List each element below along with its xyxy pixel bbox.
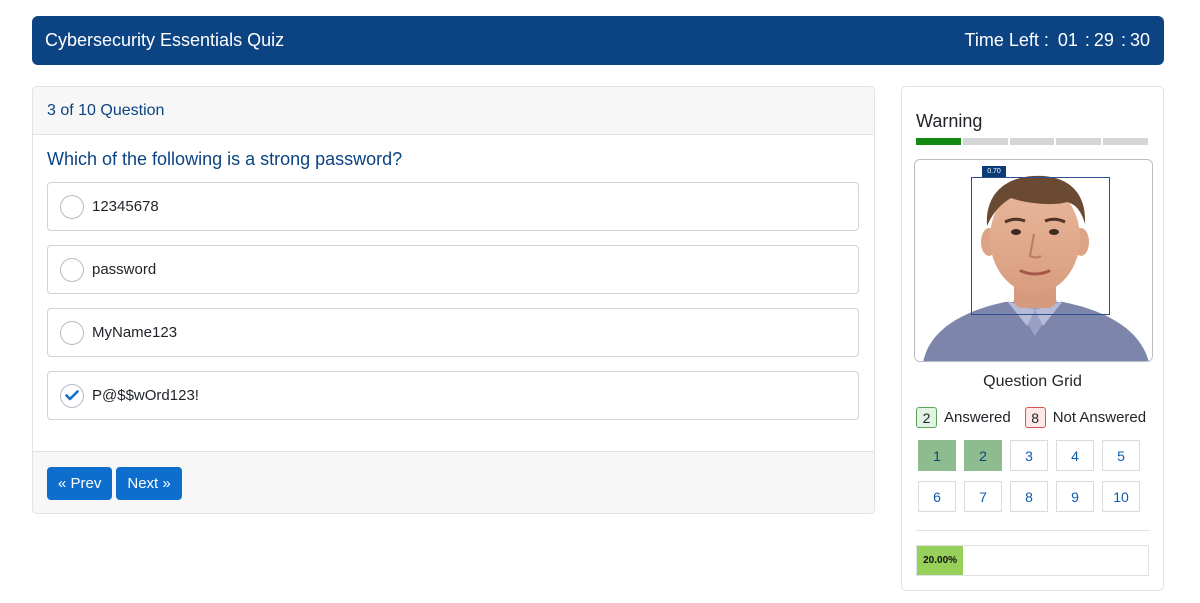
webcam-feed: 0.70 [914, 159, 1153, 362]
face-confidence-score: 0.70 [982, 166, 1006, 177]
answer-options: 12345678 password MyName123 P@$$wOrd123! [47, 182, 859, 420]
progress-bar: 20.00% [916, 545, 1149, 576]
timer-minutes: 29 [1093, 30, 1114, 50]
divider [916, 530, 1150, 531]
option-label: password [92, 261, 157, 278]
question-grid-item-8[interactable]: 8 [1010, 481, 1048, 512]
radio-button[interactable] [60, 257, 84, 282]
answer-option-4[interactable]: P@$$wOrd123! [47, 371, 859, 420]
timer: Time Left : 01 : 29 : 30 [965, 30, 1150, 51]
answered-legend-label: Answered [944, 409, 1011, 426]
grid-legend: 2 Answered 8 Not Answered [916, 407, 1146, 428]
answer-option-3[interactable]: MyName123 [47, 308, 859, 357]
time-left-label: Time Left : [964, 30, 1049, 50]
warning-segment [1009, 138, 1055, 145]
option-label: MyName123 [92, 324, 178, 341]
question-text: Which of the following is a strong passw… [47, 149, 403, 169]
proctor-sidebar: Warning 0.70 Question Grid 2 Answered 8 … [901, 86, 1164, 591]
answer-option-1[interactable]: 12345678 [47, 182, 859, 231]
question-grid-item-9[interactable]: 9 [1056, 481, 1094, 512]
prev-button[interactable]: « Prev [47, 467, 113, 500]
question-grid-item-5[interactable]: 5 [1102, 440, 1140, 471]
radio-button[interactable] [60, 194, 84, 219]
timer-seconds: 30 [1129, 30, 1150, 50]
next-button[interactable]: Next » [116, 467, 182, 500]
warning-segment [916, 138, 961, 145]
face-detection-box [971, 177, 1110, 315]
option-label: 12345678 [92, 198, 159, 215]
question-grid-item-4[interactable]: 4 [1056, 440, 1094, 471]
quiz-header-bar: Cybersecurity Essentials Quiz Time Left … [32, 16, 1164, 65]
radio-button-selected[interactable] [60, 383, 84, 408]
question-card: 3 of 10 Question Which of the following … [32, 86, 875, 514]
not-answered-count-badge: 8 [1024, 407, 1046, 428]
timer-separator: : [1084, 30, 1090, 50]
question-grid-item-6[interactable]: 6 [918, 481, 956, 512]
question-grid-item-3[interactable]: 3 [1010, 440, 1048, 471]
warning-segment [1056, 138, 1102, 145]
question-grid-title: Question Grid [983, 373, 1082, 390]
question-grid-item-1[interactable]: 1 [918, 440, 956, 471]
question-counter: 3 of 10 Question [47, 101, 165, 119]
question-grid-item-7[interactable]: 7 [964, 481, 1002, 512]
question-counter-bar: 3 of 10 Question [33, 87, 874, 135]
question-grid: 1 2 3 4 5 6 7 8 9 10 [918, 440, 1140, 512]
question-grid-item-2[interactable]: 2 [964, 440, 1002, 471]
not-answered-legend-label: Not Answered [1052, 409, 1147, 426]
answer-option-2[interactable]: password [47, 245, 859, 294]
progress-fill: 20.00% [917, 546, 964, 575]
timer-hours: 01 [1057, 30, 1078, 50]
question-grid-item-10[interactable]: 10 [1102, 481, 1140, 512]
warning-segment [1103, 138, 1148, 145]
radio-button[interactable] [60, 320, 84, 345]
warning-segment [962, 138, 1008, 145]
warning-title: Warning [916, 111, 983, 131]
warning-level-bar [916, 138, 1148, 145]
checkmark-icon [65, 390, 79, 401]
option-label: P@$$wOrd123! [92, 387, 199, 404]
navigation-footer: « Prev Next » [33, 451, 874, 513]
timer-separator: : [1120, 30, 1126, 50]
quiz-title: Cybersecurity Essentials Quiz [45, 30, 285, 50]
answered-count-badge: 2 [916, 407, 937, 428]
